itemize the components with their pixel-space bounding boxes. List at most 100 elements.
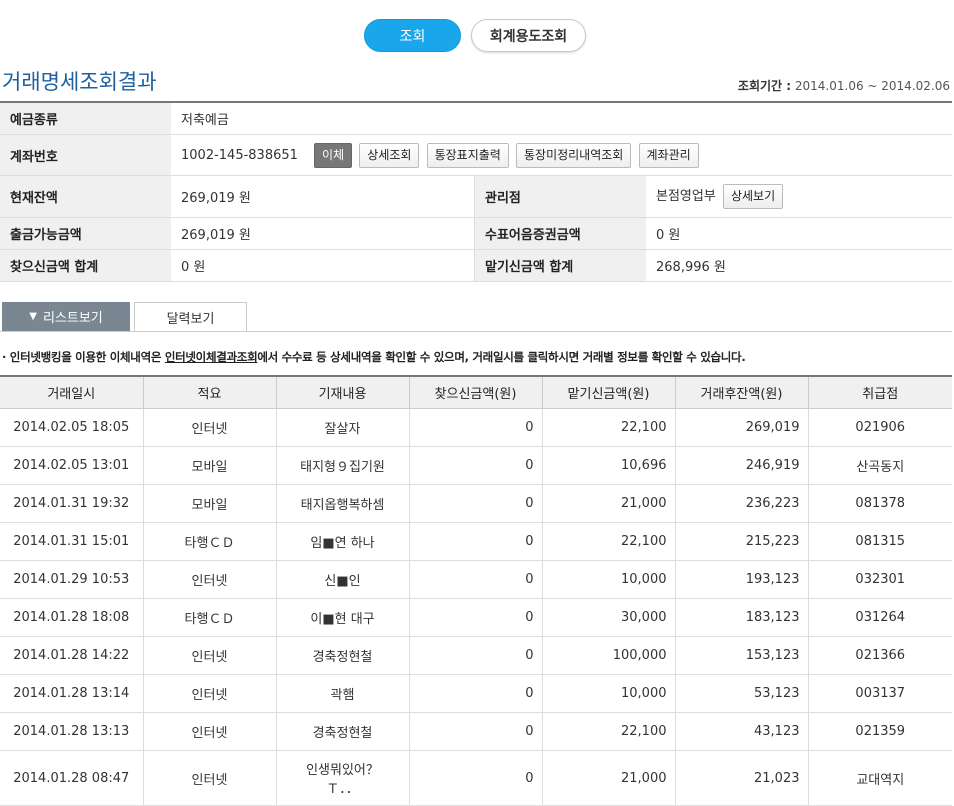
cell-summary: 인터넷 [142,750,276,806]
header-datetime: 거래일시 [0,376,143,409]
cell-branch: 081315 [807,522,952,561]
branch-cell: 본점영업부 상세보기 [646,175,952,218]
cell-withdrawal: 0 [408,560,542,599]
cell-memo: 이■현 대구 [275,598,409,637]
tab-list-view-label: 리스트보기 [42,311,103,326]
cell-datetime[interactable]: 2014.01.29 10:53 [0,560,143,599]
header-summary: 적요 [142,376,276,409]
cell-summary: 모바일 [142,484,276,523]
cell-datetime[interactable]: 2014.02.05 13:01 [0,446,143,485]
table-row: 2014.01.29 10:53 인터넷 신■인 0 10,000 193,123 0323… [0,560,952,599]
withdraw-total-value: 0 원 [171,249,475,282]
cell-balance: 269,019 [674,408,808,447]
cell-deposit: 22,100 [541,522,675,561]
deposit-total-value: 268,996 원 [646,249,952,282]
account-number-cell: 1002-145-838651 이체 상세조회 통장표지출력 통장미정리내역조회… [171,134,952,176]
detail-inquiry-button[interactable]: 상세조회 [359,142,420,168]
table-row: 2014.01.28 13:14 인터넷 곽햄 0 10,000 53,123 003137 [0,674,952,713]
cell-deposit: 21,000 [541,750,675,806]
table-row: 2014.02.05 18:05 인터넷 잘살자 0 22,100 269,019 0219… [0,408,952,447]
cell-withdrawal: 0 [408,408,542,447]
branch-label: 관리점 [474,175,646,218]
cell-branch: 021359 [807,712,952,751]
search-period: 조회기간 : 2014.01.06 ~ 2014.02.06 [738,77,950,94]
search-button[interactable]: 조회 [364,19,461,52]
cell-datetime[interactable]: 2014.01.31 15:01 [0,522,143,561]
cell-memo: 태지형９집기원 [275,446,409,485]
check-amount-label: 수표어음증권금액 [474,217,646,250]
account-management-button[interactable]: 계좌관리 [638,142,699,168]
cell-memo: 임■연 하나 [275,522,409,561]
cell-summary: 인터넷 [142,560,276,599]
unrecorded-transactions-button[interactable]: 통장미정리내역조회 [515,142,632,168]
cell-datetime[interactable]: 2014.01.28 13:14 [0,674,143,713]
cell-balance: 236,223 [674,484,808,523]
header-deposit: 맡기신금액(원) [541,376,675,409]
cell-branch: 산곡동지 [807,446,952,485]
cell-branch: 003137 [807,674,952,713]
cell-memo: 인생뭐있어？ Ｔ．． [275,750,409,806]
table-row: 2014.01.28 13:13 인터넷 경축정현철 0 22,100 43,123 021… [0,712,952,751]
deposit-type-label: 예금종류 [0,102,171,135]
current-balance-label: 현재잔액 [0,175,171,218]
page-title: 거래명세조회결과 [2,70,157,94]
cell-datetime[interactable]: 2014.02.05 18:05 [0,408,143,447]
cell-datetime[interactable]: 2014.01.28 08:47 [0,750,143,806]
withdrawable-value: 269,019 원 [171,217,475,250]
search-period-label: 조회기간 : [737,79,792,93]
branch-detail-button[interactable]: 상세보기 [722,184,784,209]
cell-balance: 53,123 [674,674,808,713]
cell-balance: 215,223 [674,522,808,561]
cell-branch: 021366 [807,636,952,675]
transfer-button[interactable]: 이체 [314,142,353,168]
header-branch: 취급점 [807,376,952,409]
cell-memo: 잘살자 [275,408,409,447]
tab-calendar-view[interactable]: 달력보기 [134,302,247,331]
transaction-header-row: 거래일시 적요 기재내용 찾으신금액(원) 맡기신금액(원) 거래후잔액(원) … [0,376,952,409]
cell-deposit: 100,000 [541,636,675,675]
cell-summary: 타행ＣＤ [142,522,276,561]
cell-deposit: 10,000 [541,674,675,713]
notice-post: 에서 수수료 등 상세내역을 확인할 수 있으며, 거래일시를 클릭하시면 거래… [257,350,746,364]
cell-deposit: 22,100 [541,408,675,447]
cell-memo: 태지옵행복하셈 [275,484,409,523]
search-period-value: 2014.01.06 ~ 2014.02.06 [794,79,950,93]
cell-summary: 인터넷 [142,674,276,713]
cell-memo: 곽햄 [275,674,409,713]
account-number: 1002-145-838651 [181,147,298,163]
cell-summary: 타행ＣＤ [142,598,276,637]
cell-deposit: 10,000 [541,560,675,599]
cell-withdrawal: 0 [408,712,542,751]
cell-withdrawal: 0 [408,750,542,806]
cell-summary: 모바일 [142,446,276,485]
cell-withdrawal: 0 [408,446,542,485]
cell-balance: 246,919 [674,446,808,485]
cell-datetime[interactable]: 2014.01.28 14:22 [0,636,143,675]
cell-deposit: 22,100 [541,712,675,751]
cell-withdrawal: 0 [408,674,542,713]
transfer-result-link[interactable]: 인터넷이체결과조회 [165,350,258,364]
cell-datetime[interactable]: 2014.01.28 13:13 [0,712,143,751]
cell-deposit: 21,000 [541,484,675,523]
tab-divider [0,331,952,332]
cell-memo: 신■인 [275,560,409,599]
table-row: 2014.01.28 14:22 인터넷 경축정현철 0 100,000 153,123 0… [0,636,952,675]
cell-branch: 031264 [807,598,952,637]
cell-deposit: 10,696 [541,446,675,485]
cell-branch: 081378 [807,484,952,523]
cell-balance: 193,123 [674,560,808,599]
tab-list-view[interactable]: ▼ 리스트보기 [2,302,130,331]
passbook-cover-print-button[interactable]: 통장표지출력 [426,142,509,168]
cell-memo: 경축정현철 [275,636,409,675]
cell-withdrawal: 0 [408,636,542,675]
account-number-label: 계좌번호 [0,134,171,176]
tab-calendar-view-label: 달력보기 [166,311,215,327]
cell-datetime[interactable]: 2014.01.28 18:08 [0,598,143,637]
cell-branch: 교대역지 [807,750,952,806]
header-withdrawal: 찾으신금액(원) [408,376,542,409]
cell-branch: 021906 [807,408,952,447]
cell-datetime[interactable]: 2014.01.31 19:32 [0,484,143,523]
account-purpose-search-button[interactable]: 회계용도조회 [471,19,586,52]
cell-summary: 인터넷 [142,408,276,447]
cell-withdrawal: 0 [408,522,542,561]
